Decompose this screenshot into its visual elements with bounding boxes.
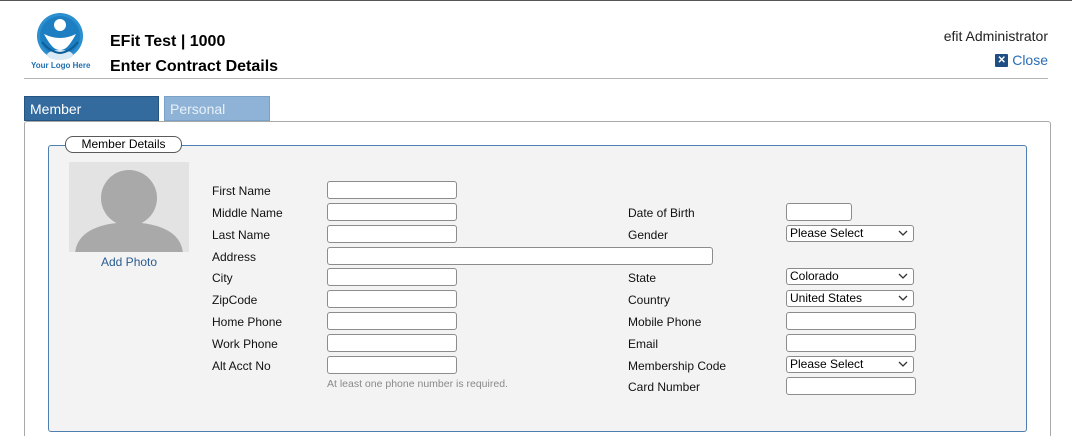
page-subtitle: Enter Contract Details: [110, 58, 279, 75]
logo-text: Your Logo Here: [31, 61, 91, 70]
mobile-phone-label: Mobile Phone: [628, 315, 702, 329]
email-label: Email: [628, 337, 659, 351]
alt-acct-no-field[interactable]: [327, 356, 457, 374]
country-select-value: United States: [790, 291, 863, 305]
page: Your Logo Here EFit Test | 1000 Enter Co…: [0, 0, 1072, 436]
city-label: City: [212, 271, 233, 285]
state-select-value: Colorado: [790, 269, 839, 283]
work-phone-field[interactable]: [327, 334, 457, 352]
chevron-down-icon: [898, 295, 908, 301]
alt-acct-no-label: Alt Acct No: [212, 359, 271, 373]
close-label: Close: [1012, 52, 1048, 68]
middle-name-field[interactable]: [327, 203, 457, 221]
chevron-down-icon: [898, 361, 908, 367]
zipcode-label: ZipCode: [212, 293, 258, 307]
membership-code-select-value: Please Select: [790, 357, 864, 371]
home-phone-label: Home Phone: [212, 315, 283, 329]
gender-select-value: Please Select: [790, 226, 864, 240]
zipcode-field[interactable]: [327, 290, 457, 308]
chevron-down-icon: [898, 230, 908, 236]
gender-label: Gender: [628, 228, 669, 242]
country-label: Country: [628, 293, 671, 307]
header-divider: [24, 78, 1048, 79]
address-field[interactable]: [327, 247, 713, 265]
add-photo-link[interactable]: Add Photo: [101, 255, 157, 269]
card-number-field[interactable]: [786, 377, 916, 395]
state-select[interactable]: Colorado: [786, 268, 914, 285]
date-of-birth-label: Date of Birth: [628, 206, 695, 220]
last-name-field[interactable]: [327, 225, 457, 243]
card-number-label: Card Number: [628, 380, 701, 394]
page-title: EFit Test | 1000: [110, 33, 226, 50]
close-button[interactable]: ✕ Close: [995, 52, 1048, 68]
current-user: efit Administrator: [943, 28, 1048, 44]
tab-member-information[interactable]: Member Information: [24, 96, 159, 142]
avatar-placeholder: [69, 162, 189, 252]
home-phone-field[interactable]: [327, 312, 457, 330]
state-label: State: [628, 271, 657, 285]
work-phone-label: Work Phone: [212, 337, 278, 351]
address-label: Address: [212, 250, 257, 264]
country-select[interactable]: United States: [786, 290, 914, 307]
date-of-birth-field[interactable]: [786, 203, 852, 221]
mobile-phone-field[interactable]: [786, 312, 916, 330]
city-field[interactable]: [327, 268, 457, 286]
close-icon: ✕: [995, 53, 1009, 67]
last-name-label: Last Name: [212, 228, 271, 242]
membership-code-label: Membership Code: [628, 359, 727, 373]
phone-requirement-hint: At least one phone number is required.: [327, 378, 508, 390]
first-name-field[interactable]: [327, 181, 457, 199]
first-name-label: First Name: [212, 184, 271, 198]
section-title: Member Details: [65, 136, 182, 153]
chevron-down-icon: [898, 273, 908, 279]
middle-name-label: Middle Name: [212, 206, 283, 220]
email-field[interactable]: [786, 334, 916, 352]
tab-personal-profile[interactable]: Personal Profile: [164, 96, 270, 142]
gender-select[interactable]: Please Select: [786, 225, 914, 242]
membership-code-select[interactable]: Please Select: [786, 356, 914, 373]
